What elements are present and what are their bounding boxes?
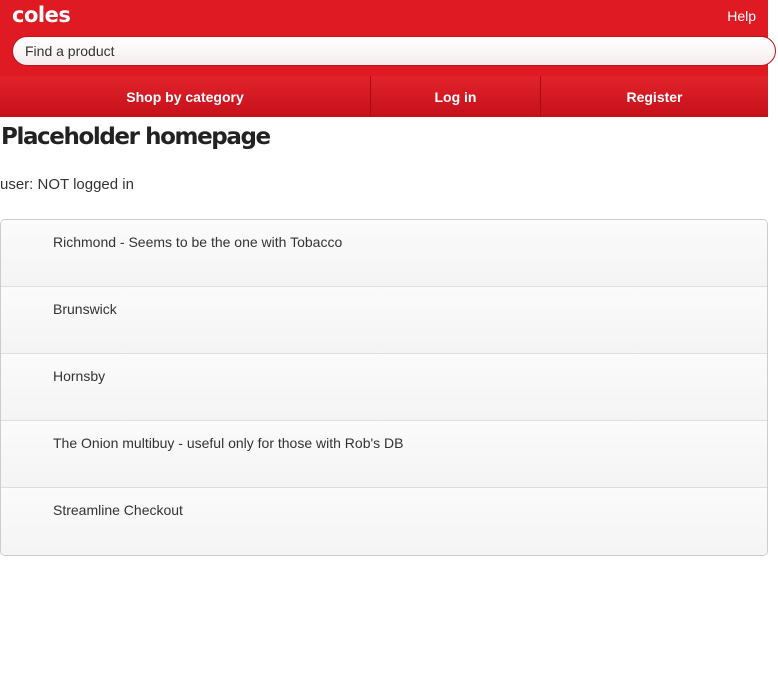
list-item[interactable]: Hornsby (1, 354, 767, 421)
top-bar: coles Help (0, 0, 776, 76)
store-list: Richmond - Seems to be the one with Toba… (0, 219, 768, 556)
register-button[interactable]: Register (540, 76, 768, 117)
shop-by-category-button[interactable]: Shop by category (0, 76, 370, 117)
user-status: user: NOT logged in (0, 176, 134, 193)
search-input[interactable] (12, 36, 776, 66)
coles-logo[interactable]: coles (12, 2, 71, 28)
list-item[interactable]: Richmond - Seems to be the one with Toba… (1, 220, 767, 287)
main-nav: Shop by category Log in Register (0, 76, 768, 117)
list-item[interactable]: The Onion multibuy - useful only for tho… (1, 421, 767, 488)
page-title: Placeholder homepage (1, 124, 271, 150)
site-header: coles Help Shop by category Log in Regis… (0, 0, 776, 117)
list-item[interactable]: Streamline Checkout (1, 488, 767, 555)
help-link[interactable]: Help (727, 8, 756, 24)
list-item[interactable]: Brunswick (1, 287, 767, 354)
login-button[interactable]: Log in (370, 76, 540, 117)
